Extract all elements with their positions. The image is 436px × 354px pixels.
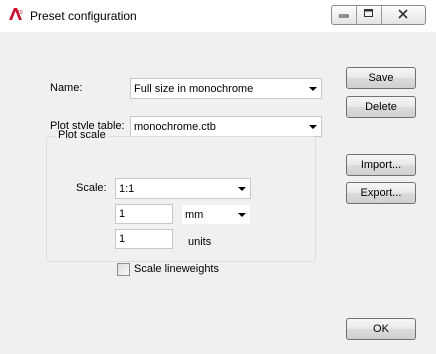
drawing-unit-label: units [188,236,212,248]
chevron-down-icon [305,79,321,98]
name-value: Full size in monochrome [134,82,254,95]
scale-label: Scale: [76,182,107,194]
plot-style-value: monochrome.ctb [134,120,216,133]
name-combo[interactable]: Full size in monochrome [130,78,322,99]
minimize-icon [338,9,349,21]
window-title: Preset configuration [30,9,137,23]
drawing-units-input[interactable]: 1 [115,229,173,249]
preset-configuration-dialog: 10 Preset configuration Name: Full size … [0,0,436,354]
plot-style-combo[interactable]: monochrome.ctb [130,116,322,137]
maximize-icon [364,9,374,21]
export-button[interactable]: Export... [346,182,416,204]
scale-lineweights-label[interactable]: Scale lineweights [134,263,219,275]
maximize-button[interactable] [357,6,382,24]
window-edge [0,32,7,354]
import-button[interactable]: Import... [346,154,416,176]
unit-value: mm [185,208,204,221]
window-controls [331,5,426,25]
unit-combo[interactable]: mm [181,204,251,225]
close-button[interactable] [382,6,425,24]
chevron-down-icon [234,179,250,198]
scale-combo[interactable]: 1:1 [115,178,251,199]
save-button[interactable]: Save [346,67,416,89]
minimize-button[interactable] [332,6,358,24]
chevron-down-icon [234,205,250,224]
close-icon [397,8,409,22]
paper-units-input[interactable]: 1 [115,204,173,224]
scale-lineweights-checkbox[interactable] [117,263,130,276]
delete-button[interactable]: Delete [346,96,416,118]
plot-scale-group [46,136,316,262]
ok-button[interactable]: OK [346,318,416,340]
title-bar[interactable]: 10 Preset configuration [0,0,436,32]
name-label: Name: [50,82,83,94]
autocad-icon: 10 [8,6,24,22]
svg-text:10: 10 [17,10,23,16]
chevron-down-icon [305,117,321,136]
plot-scale-title: Plot scale [55,129,109,141]
scale-value: 1:1 [119,182,135,195]
